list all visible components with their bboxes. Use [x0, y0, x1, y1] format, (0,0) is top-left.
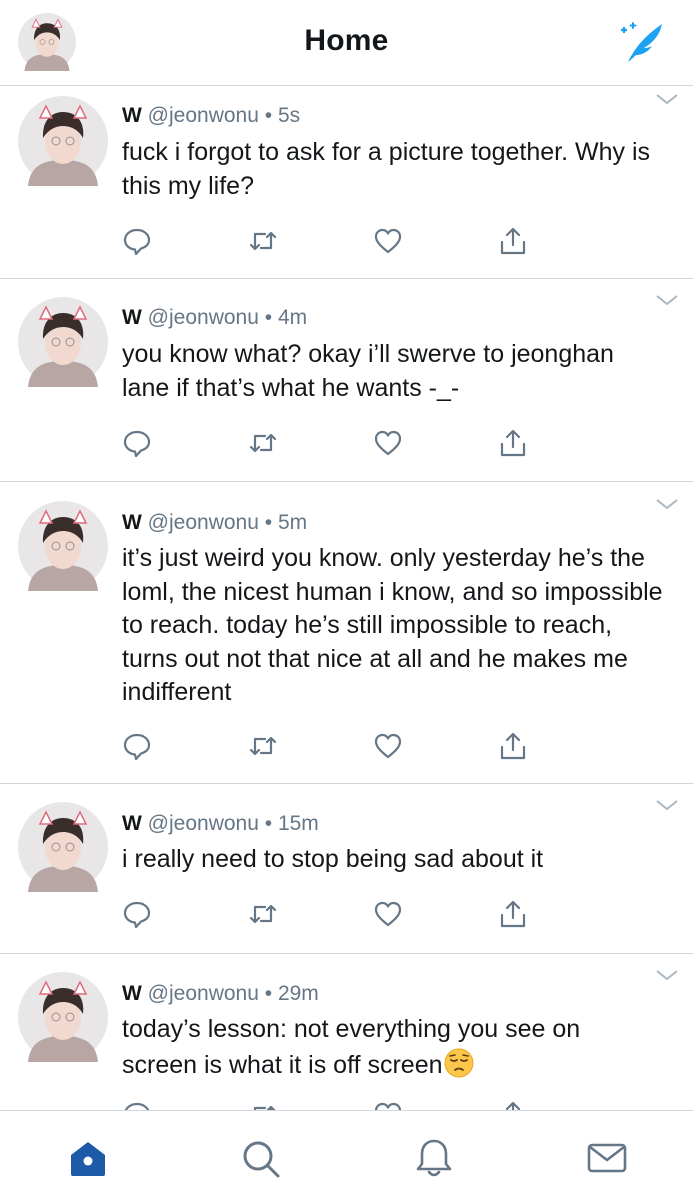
tweet-header: W @jeonwonu • 5s [122, 104, 300, 128]
user-handle[interactable]: @jeonwonu [148, 982, 259, 1005]
tweet[interactable]: W @jeonwonu • 5s fuck i forgot to ask fo… [0, 86, 693, 279]
chevron-down-icon[interactable] [655, 798, 679, 812]
tweet-header: W @jeonwonu • 29m [122, 982, 319, 1006]
heart-icon[interactable] [373, 226, 403, 256]
tweet-header: W @jeonwonu • 4m [122, 306, 307, 330]
timestamp[interactable]: 5s [278, 104, 300, 127]
display-name[interactable]: W [122, 104, 142, 127]
tweet-text: i really need to stop being sad about it [122, 845, 544, 873]
tweet-text: today’s lesson: not everything you see o… [122, 1015, 581, 1079]
share-icon[interactable] [498, 1100, 528, 1110]
compose-tweet-icon[interactable] [614, 20, 668, 66]
timestamp[interactable]: 15m [278, 812, 319, 835]
timestamp[interactable]: 4m [278, 306, 307, 329]
avatar[interactable] [18, 501, 108, 591]
display-name[interactable]: W [122, 812, 142, 835]
tweet[interactable]: W @jeonwonu • 29m today’s lesson: not ev… [0, 954, 693, 1110]
share-icon[interactable] [498, 226, 528, 256]
heart-icon[interactable] [373, 1100, 403, 1110]
tweet[interactable]: W @jeonwonu • 5m it’s just weird you kno… [0, 482, 693, 784]
timestamp[interactable]: 29m [278, 982, 319, 1005]
chevron-down-icon[interactable] [655, 92, 679, 106]
notifications-icon[interactable] [412, 1136, 456, 1180]
reply-icon[interactable] [122, 731, 152, 761]
share-icon[interactable] [498, 899, 528, 929]
separator-dot: • [264, 812, 273, 835]
timestamp[interactable]: 5m [278, 511, 307, 534]
tweet-text: you know what? okay i’ll swerve to jeong… [122, 340, 614, 402]
tweet-text: it’s just weird you know. only yesterday… [122, 544, 663, 706]
separator-dot: • [264, 511, 273, 534]
separator-dot: • [264, 982, 273, 1005]
separator-dot: • [264, 104, 273, 127]
heart-icon[interactable] [373, 428, 403, 458]
reply-icon[interactable] [122, 226, 152, 256]
user-handle[interactable]: @jeonwonu [148, 104, 259, 127]
reply-icon[interactable] [122, 1100, 152, 1110]
heart-icon[interactable] [373, 731, 403, 761]
user-handle[interactable]: @jeonwonu [148, 511, 259, 534]
avatar[interactable] [18, 297, 108, 387]
chevron-down-icon[interactable] [655, 293, 679, 307]
avatar[interactable] [18, 802, 108, 892]
search-icon[interactable] [238, 1136, 282, 1180]
reply-icon[interactable] [122, 899, 152, 929]
avatar[interactable] [18, 96, 108, 186]
user-handle[interactable]: @jeonwonu [148, 306, 259, 329]
share-icon[interactable] [498, 428, 528, 458]
share-icon[interactable] [498, 731, 528, 761]
heart-icon[interactable] [373, 899, 403, 929]
tweet-text-container: today’s lesson: not everything you see o… [122, 1013, 652, 1082]
reply-icon[interactable] [122, 428, 152, 458]
tweet[interactable]: W @jeonwonu • 15m i really need to stop … [0, 784, 693, 954]
user-handle[interactable]: @jeonwonu [148, 812, 259, 835]
display-name[interactable]: W [122, 982, 142, 1005]
tweet-actions [0, 428, 693, 458]
separator-dot: • [264, 306, 273, 329]
tweet-actions [0, 899, 693, 929]
retweet-icon[interactable] [248, 731, 278, 761]
retweet-icon[interactable] [248, 226, 278, 256]
tweet-header: W @jeonwonu • 15m [122, 812, 319, 836]
retweet-icon[interactable] [248, 899, 278, 929]
pensive-face-emoji [444, 1048, 474, 1077]
home-icon[interactable] [66, 1136, 110, 1180]
bottom-tab-bar [0, 1110, 693, 1201]
page-title: Home [304, 24, 389, 57]
top-bar: Home [0, 0, 693, 86]
tweet-header: W @jeonwonu • 5m [122, 511, 307, 535]
timeline[interactable]: W @jeonwonu • 5s fuck i forgot to ask fo… [0, 86, 693, 1110]
display-name[interactable]: W [122, 306, 142, 329]
tweet-actions [0, 731, 693, 761]
chevron-down-icon[interactable] [655, 497, 679, 511]
display-name[interactable]: W [122, 511, 142, 534]
chevron-down-icon[interactable] [655, 968, 679, 982]
messages-icon[interactable] [585, 1136, 629, 1180]
tweet-actions [0, 226, 693, 256]
avatar[interactable] [18, 972, 108, 1062]
tweet[interactable]: W @jeonwonu • 4m you know what? okay i’l… [0, 279, 693, 482]
retweet-icon[interactable] [248, 428, 278, 458]
tweet-text: fuck i forgot to ask for a picture toget… [122, 138, 651, 200]
retweet-icon[interactable] [248, 1100, 278, 1110]
tweet-actions [0, 1100, 693, 1110]
